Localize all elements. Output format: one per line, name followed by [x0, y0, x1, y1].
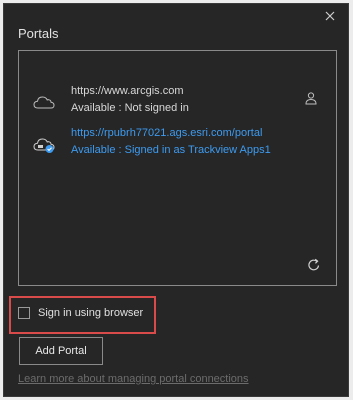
sign-in-browser-checkbox[interactable]	[18, 307, 30, 319]
refresh-icon[interactable]	[306, 257, 322, 273]
learn-more-link[interactable]: Learn more about managing portal connect…	[18, 373, 249, 385]
portal-row-rpubrh[interactable]: https://rpubrh77021.ags.esri.com/portal …	[19, 125, 336, 165]
portal-url: https://www.arcgis.com	[71, 85, 184, 97]
portal-status: Available : Not signed in	[71, 102, 189, 114]
sign-in-browser-label: Sign in using browser	[38, 307, 144, 319]
cloud-active-icon	[33, 136, 55, 153]
portals-dialog: Portals https://www.arcgis.com Available…	[3, 3, 349, 397]
sign-in-browser-option[interactable]: Sign in using browser	[18, 304, 143, 322]
portal-list: https://www.arcgis.com Available : Not s…	[18, 50, 337, 286]
add-portal-button[interactable]: Add Portal	[19, 337, 103, 365]
close-icon[interactable]	[322, 8, 338, 24]
portal-status: Available : Signed in as Trackview Apps1	[71, 144, 271, 156]
portal-row-arcgis[interactable]: https://www.arcgis.com Available : Not s…	[19, 83, 336, 123]
cloud-icon	[33, 94, 55, 110]
user-icon[interactable]	[304, 91, 318, 105]
dialog-title: Portals	[18, 26, 59, 41]
portal-url[interactable]: https://rpubrh77021.ags.esri.com/portal	[71, 127, 262, 139]
